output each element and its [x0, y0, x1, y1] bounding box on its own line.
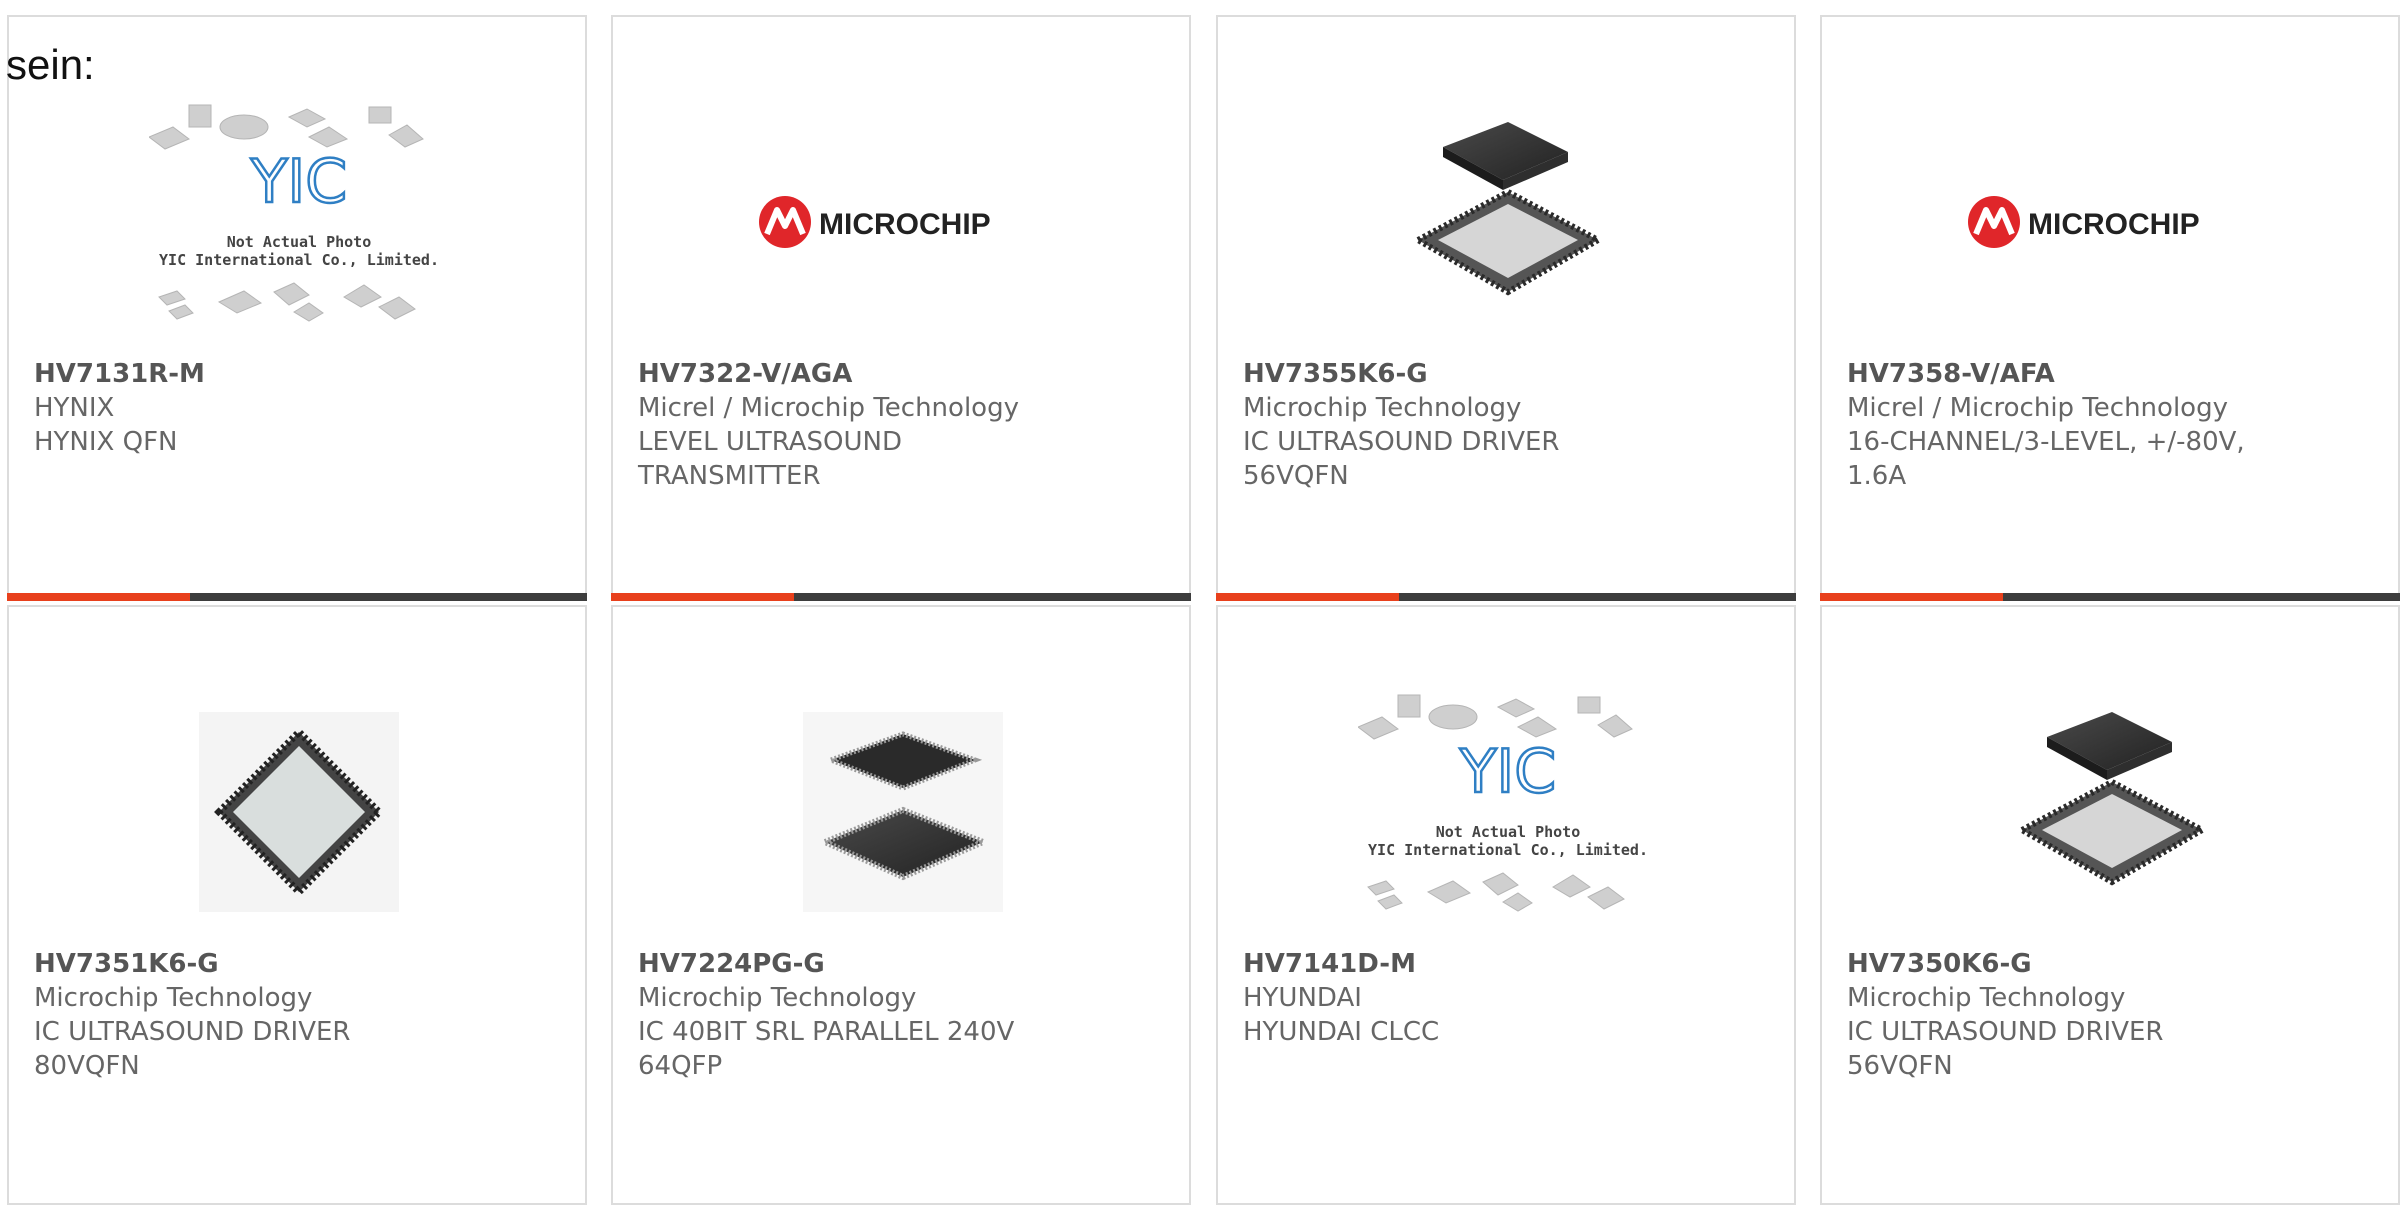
product-info: HV7141D-M HYUNDAI HYUNDAI CLCC [1243, 947, 1663, 1049]
product-info: HV7355K6-G Microchip Technology IC ULTRA… [1243, 357, 1663, 493]
description: 16-CHANNEL/3-LEVEL, +/-80V, 1.6A [1847, 427, 2245, 491]
description: HYNIX QFN [34, 427, 178, 457]
part-number-link[interactable]: HV7322-V/AGA [638, 357, 1058, 391]
description: HYUNDAI CLCC [1243, 1017, 1440, 1047]
manufacturer: Microchip Technology [34, 983, 313, 1013]
card-accent [1820, 593, 2003, 601]
manufacturer: HYUNDAI [1243, 983, 1362, 1013]
part-number-link[interactable]: HV7351K6-G [34, 947, 454, 981]
product-info: HV7351K6-G Microchip Technology IC ULTRA… [34, 947, 454, 1083]
placeholder-caption: YIC International Co., Limited. [159, 251, 439, 269]
product-info: HV7224PG-G Microchip Technology IC 40BIT… [638, 947, 1058, 1083]
part-number-link[interactable]: HV7350K6-G [1847, 947, 2267, 981]
product-image-qfn [1348, 97, 1668, 347]
card-bottom-bar [7, 593, 587, 601]
part-number-link[interactable]: HV7131R-M [34, 357, 454, 391]
yic-logo-text: YIC [250, 147, 347, 217]
part-number-link[interactable]: HV7224PG-G [638, 947, 1058, 981]
product-image-logo: MICROCHIP [743, 97, 1063, 347]
part-number-link[interactable]: HV7355K6-G [1243, 357, 1663, 391]
manufacturer: HYNIX [34, 393, 115, 423]
product-info: HV7322-V/AGA Micrel / Microchip Technolo… [638, 357, 1058, 493]
manufacturer: Microchip Technology [1243, 393, 1522, 423]
manufacturer: Microchip Technology [1847, 983, 2126, 1013]
part-number-link[interactable]: HV7358-V/AFA [1847, 357, 2267, 391]
product-image-logo: MICROCHIP [1952, 97, 2272, 347]
placeholder-caption: Not Actual Photo [1436, 823, 1581, 841]
product-info: HV7358-V/AFA Micrel / Microchip Technolo… [1847, 357, 2267, 493]
product-image-placeholder: YIC Not Actual Photo YIC International C… [139, 97, 459, 347]
microchip-logo-text: MICROCHIP [2028, 208, 2200, 241]
product-card[interactable]: MICROCHIP HV7322-V/AGA Micrel / Microchi… [611, 15, 1191, 601]
product-image-qfn-single [139, 687, 459, 937]
placeholder-caption: YIC International Co., Limited. [1368, 841, 1648, 859]
product-card[interactable]: HV7355K6-G Microchip Technology IC ULTRA… [1216, 15, 1796, 601]
card-accent [611, 593, 794, 601]
card-accent [1216, 593, 1399, 601]
description: IC ULTRASOUND DRIVER 80VQFN [34, 1017, 351, 1081]
yic-logo-text: YIC [1459, 737, 1556, 807]
product-info: HV7350K6-G Microchip Technology IC ULTRA… [1847, 947, 2267, 1083]
description: LEVEL ULTRASOUND TRANSMITTER [638, 427, 902, 491]
manufacturer: Micrel / Microchip Technology [638, 393, 1019, 423]
card-bottom-bar [1216, 593, 1796, 601]
product-card[interactable]: HV7224PG-G Microchip Technology IC 40BIT… [611, 605, 1191, 1205]
description: IC ULTRASOUND DRIVER 56VQFN [1847, 1017, 2164, 1081]
product-card[interactable]: HV7350K6-G Microchip Technology IC ULTRA… [1820, 605, 2400, 1205]
manufacturer: Micrel / Microchip Technology [1847, 393, 2228, 423]
product-image-placeholder: YIC Not Actual Photo YIC International C… [1348, 687, 1668, 937]
intro-text: sein: [6, 41, 95, 88]
product-card[interactable]: MICROCHIP HV7358-V/AFA Micrel / Microchi… [1820, 15, 2400, 601]
microchip-logo-text: MICROCHIP [819, 208, 991, 241]
description: IC 40BIT SRL PARALLEL 240V 64QFP [638, 1017, 1015, 1081]
product-image-qfp [743, 687, 1063, 937]
product-info: HV7131R-M HYNIX HYNIX QFN [34, 357, 454, 459]
product-image-qfn [1952, 687, 2272, 937]
description: IC ULTRASOUND DRIVER 56VQFN [1243, 427, 1560, 491]
product-card[interactable]: YIC Not Actual Photo YIC International C… [7, 15, 587, 601]
product-card[interactable]: YIC Not Actual Photo YIC International C… [1216, 605, 1796, 1205]
placeholder-caption: Not Actual Photo [227, 233, 372, 251]
product-card[interactable]: HV7351K6-G Microchip Technology IC ULTRA… [7, 605, 587, 1205]
card-bottom-bar [611, 593, 1191, 601]
card-bottom-bar [1820, 593, 2400, 601]
part-number-link[interactable]: HV7141D-M [1243, 947, 1663, 981]
manufacturer: Microchip Technology [638, 983, 917, 1013]
card-accent [7, 593, 190, 601]
